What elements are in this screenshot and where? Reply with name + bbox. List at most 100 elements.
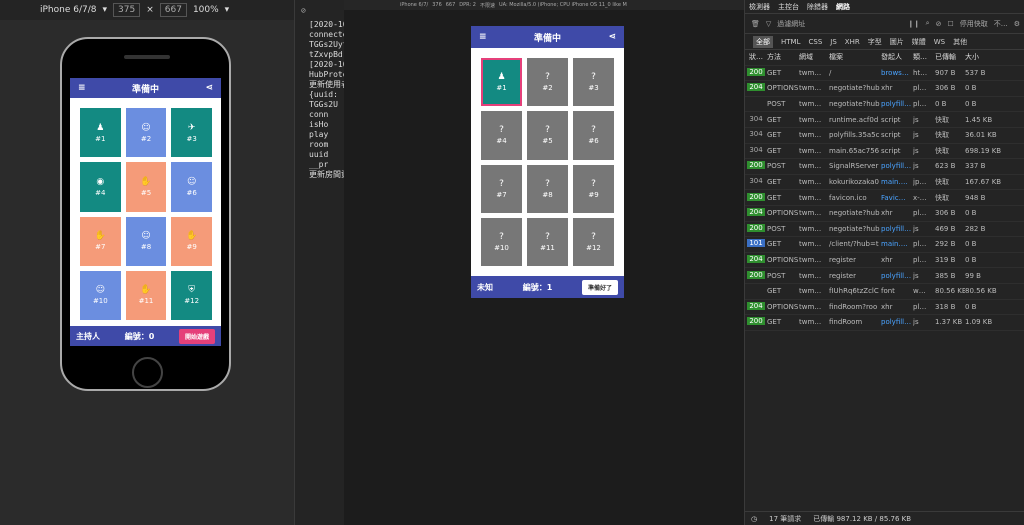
search-icon[interactable]: ⌕ — [926, 19, 930, 28]
column-header[interactable]: 狀… — [745, 52, 767, 62]
type-filter[interactable]: 字型 — [868, 37, 882, 47]
type-filter[interactable]: HTML — [781, 38, 800, 46]
network-row[interactable]: 200 GET twm… findRoom polyfill… js 1.37 KB 1.09… — [745, 315, 1024, 331]
tile[interactable]: ◉ #4 — [80, 162, 121, 212]
tile[interactable]: ☺ #10 — [80, 270, 121, 320]
cell-initiator: xhr — [881, 302, 893, 311]
column-header[interactable]: 大小 — [965, 52, 1001, 62]
device-selector[interactable]: iPhone 6/7/8 — [40, 5, 96, 15]
network-row[interactable]: 304 GET twm… runtime.acf0d script js 快取 1.45 KB — [745, 112, 1024, 128]
start-game-button[interactable]: 開始遊戲 — [178, 328, 215, 344]
ready-button[interactable]: 準備好了 — [581, 279, 618, 295]
devtools-tab[interactable]: 主控台 — [778, 2, 799, 12]
throttle-select[interactable]: 不… — [994, 19, 1008, 29]
column-header[interactable]: 網域 — [799, 52, 829, 62]
network-row[interactable]: 101 GET twm… /client/?hub=t main.… pl… 292 B 0 … — [745, 237, 1024, 253]
tile[interactable]: ♟ #1 — [80, 108, 121, 158]
tile[interactable]: ? #12 — [573, 217, 614, 266]
menu-icon[interactable]: ≡ — [78, 83, 86, 93]
devtools-tab[interactable]: 檢測器 — [749, 2, 770, 12]
column-header[interactable]: 已傳輸 — [935, 52, 965, 62]
tile[interactable]: ✋ #11 — [125, 270, 167, 320]
devtools-tab[interactable]: 除錯器 — [807, 2, 828, 12]
menu-icon[interactable]: ≡ — [479, 32, 487, 42]
tile[interactable]: ♟ #1 — [481, 58, 522, 107]
column-header[interactable]: 類… — [913, 52, 935, 62]
cell-status: 204 — [745, 255, 767, 265]
network-row[interactable]: 200 POST twm… register polyfill… js 385 B 99 B — [745, 268, 1024, 284]
tile[interactable]: ? #7 — [481, 164, 522, 213]
preview-height[interactable]: 667 — [446, 2, 456, 8]
share-icon[interactable]: ⋖ — [205, 83, 213, 93]
tile[interactable]: ? #10 — [481, 217, 522, 266]
tile[interactable]: ☺ #2 — [125, 108, 167, 158]
tile[interactable]: ☺ #6 — [171, 162, 212, 212]
tile-label: #6 — [186, 188, 197, 197]
network-row[interactable]: 204 OPTIONS twm… register xhr pl… 319 B 0 B — [745, 253, 1024, 269]
cell-method: GET — [767, 68, 782, 77]
network-row[interactable]: 304 GET twm… main.65ac756 script js 快取 698.19 K… — [745, 144, 1024, 160]
type-filter[interactable]: CSS — [808, 38, 822, 46]
network-row[interactable]: POST twm… negotiate?hub polyfill… pl… 0 B 0 B — [745, 97, 1024, 113]
tile[interactable]: ? #8 — [527, 164, 568, 213]
preview-throttle[interactable]: 不限速 — [480, 2, 495, 9]
cell-domain: twm… — [799, 256, 822, 265]
tile[interactable]: ⛨ #12 — [171, 270, 212, 320]
tile[interactable]: ? #11 — [527, 217, 568, 266]
cell-status: 304 — [745, 146, 767, 156]
pause-icon[interactable]: ❙❙ — [908, 20, 920, 28]
cell-type: jp… — [913, 178, 927, 187]
preview-toolbar: iPhone 6/7/ 376 667 DPR: 2 不限速 UA: Mozil… — [344, 0, 744, 10]
cell-method: OPTIONS — [767, 302, 799, 311]
network-row[interactable]: 200 GET twm… / brows… ht… 907 B 537 B — [745, 66, 1024, 82]
type-filter[interactable]: WS — [934, 38, 945, 46]
preview-device[interactable]: iPhone 6/7/ — [400, 2, 428, 8]
tile[interactable]: ☺ #8 — [125, 216, 167, 266]
tile[interactable]: ✋ #5 — [125, 162, 167, 212]
tile[interactable]: ? #9 — [573, 164, 614, 213]
network-row[interactable]: 200 GET twm… favicon.ico Favic… x-… 快取 948 B — [745, 190, 1024, 206]
cell-domain: twm… — [799, 68, 822, 77]
gear-icon[interactable]: ⚙ — [1014, 20, 1024, 28]
network-row[interactable]: 204 OPTIONS twm… negotiate?hub xhr pl… 306 B 0 … — [745, 206, 1024, 222]
preview-width[interactable]: 376 — [432, 2, 442, 8]
type-filter[interactable]: 全部 — [753, 35, 773, 48]
tile[interactable]: ? #2 — [527, 58, 568, 107]
tile[interactable]: ? #5 — [527, 111, 568, 160]
block-icon[interactable]: ⊘ — [936, 20, 942, 28]
column-header[interactable]: 方法 — [767, 52, 799, 62]
type-filter[interactable]: XHR — [845, 38, 860, 46]
viewport-width-input[interactable]: 375 — [113, 3, 141, 17]
network-row[interactable]: 200 POST twm… SignalRServer polyfill… js 623 B… — [745, 159, 1024, 175]
phone-home-button — [132, 357, 163, 388]
trash-icon[interactable]: ⊘ — [301, 6, 306, 15]
preview-dpr[interactable]: DPR: 2 — [459, 2, 476, 8]
network-row[interactable]: 304 GET twm… kokurikozaka0 main.… jp… 快取 167.67… — [745, 175, 1024, 191]
tile[interactable]: ✋ #9 — [171, 216, 212, 266]
share-icon[interactable]: ⋖ — [608, 32, 616, 42]
network-row[interactable]: GET twm… fIUhRq6tzZclC font w… 80.56 KB 80.56 … — [745, 284, 1024, 300]
tile[interactable]: ? #4 — [481, 111, 522, 160]
network-row[interactable]: 204 OPTIONS twm… negotiate?hub xhr pl… 306 B 0 … — [745, 81, 1024, 97]
tile[interactable]: ✈ #3 — [171, 108, 212, 158]
zoom-selector[interactable]: 100% — [193, 5, 219, 15]
viewport-height-input[interactable]: 667 — [159, 3, 187, 17]
type-filter[interactable]: 媒體 — [912, 37, 926, 47]
trash-icon[interactable]: 🗑 — [751, 20, 760, 28]
type-filter[interactable]: 圖片 — [890, 37, 904, 47]
network-row[interactable]: 204 OPTIONS twm… findRoom?roo xhr pl… 318 B 0 B — [745, 300, 1024, 316]
network-row[interactable]: 304 GET twm… polyfills.35a5c script js 快取 36.01… — [745, 128, 1024, 144]
column-header[interactable]: 檔案 — [829, 52, 881, 62]
type-filter[interactable]: 其他 — [953, 37, 967, 47]
tile[interactable]: ? #6 — [573, 111, 614, 160]
cell-initiator: xhr — [881, 256, 893, 265]
type-filter[interactable]: JS — [830, 38, 837, 46]
devtools-tab[interactable]: 網路 — [836, 2, 850, 12]
tile[interactable]: ? #3 — [573, 58, 614, 107]
tile[interactable]: ✋ #7 — [80, 216, 121, 266]
column-header[interactable]: 發起人 — [881, 52, 913, 62]
disable-cache-checkbox[interactable]: ☐ — [947, 20, 953, 28]
network-row[interactable]: 200 POST twm… negotiate?hub polyfill… js 469 B… — [745, 222, 1024, 238]
preview-ua[interactable]: UA: Mozilla/5.0 (iPhone; CPU iPhone OS 1… — [499, 2, 627, 8]
filter-input[interactable]: 過濾網址 — [777, 19, 902, 29]
